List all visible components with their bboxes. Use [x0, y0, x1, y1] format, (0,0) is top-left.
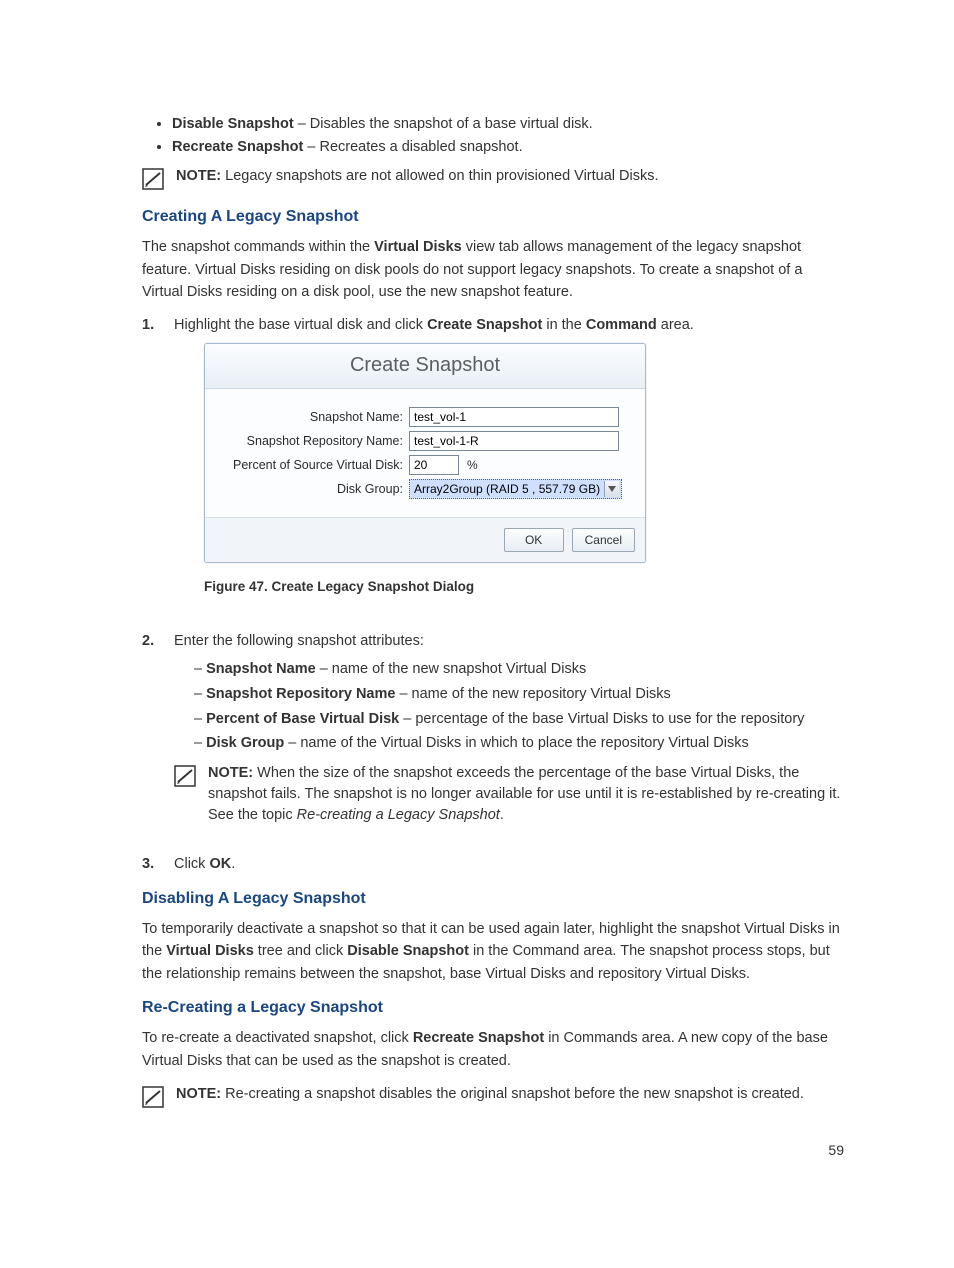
- note-text: NOTE: Re-creating a snapshot disables th…: [176, 1084, 844, 1105]
- percent-symbol: %: [467, 456, 478, 474]
- note-icon: [142, 1086, 164, 1108]
- dialog-title: Create Snapshot: [205, 344, 645, 389]
- step-number: 1.: [142, 315, 160, 337]
- list-item: Snapshot Repository Name – name of the n…: [194, 684, 844, 706]
- step-content: Enter the following snapshot attributes:…: [174, 631, 844, 844]
- page-number: 59: [828, 1142, 844, 1158]
- text: To re-create a deactivated snapshot, cli…: [142, 1030, 413, 1046]
- text-bold: Disable Snapshot: [347, 943, 469, 959]
- text: .: [231, 856, 235, 872]
- list-item: Disable Snapshot – Disables the snapshot…: [172, 114, 844, 135]
- note-content-tail: .: [500, 807, 504, 823]
- cancel-button[interactable]: Cancel: [572, 528, 635, 552]
- create-snapshot-dialog: Create Snapshot Snapshot Name: Snapshot …: [204, 343, 646, 563]
- heading-creating: Creating A Legacy Snapshot: [142, 208, 844, 226]
- term: Snapshot Repository Name: [206, 686, 395, 702]
- ok-button[interactable]: OK: [504, 528, 564, 552]
- paragraph: To temporarily deactivate a snapshot so …: [142, 918, 844, 985]
- repo-name-input[interactable]: [409, 431, 619, 451]
- row-snapshot-name: Snapshot Name:: [219, 407, 631, 427]
- note-label: NOTE:: [176, 1086, 221, 1102]
- step-content: Click OK.: [174, 854, 844, 876]
- text-bold: OK: [209, 856, 231, 872]
- snapshot-name-label: Snapshot Name:: [219, 408, 403, 427]
- text: Enter the following snapshot attributes:: [174, 633, 424, 649]
- repo-name-label: Snapshot Repository Name:: [219, 432, 403, 451]
- note-icon: [174, 765, 196, 787]
- note-text: NOTE: Legacy snapshots are not allowed o…: [176, 166, 844, 187]
- desc: – percentage of the base Virtual Disks t…: [399, 711, 804, 727]
- text-bold: Command: [586, 317, 657, 333]
- disk-group-value: Array2Group (RAID 5 , 557.79 GB): [414, 480, 600, 498]
- text-bold: Virtual Disks: [166, 943, 254, 959]
- disk-group-combo[interactable]: Array2Group (RAID 5 , 557.79 GB): [409, 479, 622, 499]
- text: The snapshot commands within the: [142, 239, 374, 255]
- text: in the: [542, 317, 586, 333]
- desc: – name of the new repository Virtual Dis…: [395, 686, 670, 702]
- note-callout: NOTE: Re-creating a snapshot disables th…: [142, 1084, 844, 1108]
- figure-caption: Figure 47. Create Legacy Snapshot Dialog: [204, 577, 844, 597]
- list-item: Snapshot Name – name of the new snapshot…: [194, 659, 844, 681]
- row-disk-group: Disk Group: Array2Group (RAID 5 , 557.79…: [219, 479, 631, 499]
- feature-bullet-list: Disable Snapshot – Disables the snapshot…: [142, 114, 844, 158]
- text: Click: [174, 856, 209, 872]
- step-number: 2.: [142, 631, 160, 653]
- step-number: 3.: [142, 854, 160, 876]
- term: Recreate Snapshot: [172, 139, 303, 155]
- percent-input[interactable]: [409, 455, 459, 475]
- note-label: NOTE:: [208, 765, 253, 781]
- list-item: Disk Group – name of the Virtual Disks i…: [194, 733, 844, 755]
- step-list: 1. Highlight the base virtual disk and c…: [142, 315, 844, 876]
- desc: – Recreates a disabled snapshot.: [303, 139, 522, 155]
- note-text: NOTE: When the size of the snapshot exce…: [208, 763, 844, 826]
- percent-label: Percent of Source Virtual Disk:: [219, 456, 403, 475]
- snapshot-name-input[interactable]: [409, 407, 619, 427]
- document-page: Disable Snapshot – Disables the snapshot…: [0, 0, 954, 1268]
- note-italic: Re-creating a Legacy Snapshot: [297, 807, 500, 823]
- term: Percent of Base Virtual Disk: [206, 711, 399, 727]
- step-1: 1. Highlight the base virtual disk and c…: [142, 315, 844, 621]
- term: Disable Snapshot: [172, 116, 294, 132]
- note-label: NOTE:: [176, 168, 221, 184]
- text-bold: Virtual Disks: [374, 239, 462, 255]
- chevron-down-icon: [604, 481, 619, 497]
- term: Disk Group: [206, 735, 284, 751]
- desc: – name of the new snapshot Virtual Disks: [316, 661, 587, 677]
- disk-group-label: Disk Group:: [219, 480, 403, 499]
- desc: – name of the Virtual Disks in which to …: [284, 735, 748, 751]
- text: area.: [657, 317, 694, 333]
- attribute-list: Snapshot Name – name of the new snapshot…: [174, 659, 844, 755]
- note-callout: NOTE: Legacy snapshots are not allowed o…: [142, 166, 844, 190]
- text-bold: Create Snapshot: [427, 317, 542, 333]
- step-3: 3. Click OK.: [142, 854, 844, 876]
- desc: – Disables the snapshot of a base virtua…: [294, 116, 593, 132]
- row-repo-name: Snapshot Repository Name:: [219, 431, 631, 451]
- list-item: Recreate Snapshot – Recreates a disabled…: [172, 137, 844, 158]
- term: Snapshot Name: [206, 661, 316, 677]
- paragraph: The snapshot commands within the Virtual…: [142, 236, 844, 303]
- list-item: Percent of Base Virtual Disk – percentag…: [194, 709, 844, 731]
- note-content: Re-creating a snapshot disables the orig…: [221, 1086, 804, 1102]
- step-content: Highlight the base virtual disk and clic…: [174, 315, 844, 621]
- text-bold: Recreate Snapshot: [413, 1030, 544, 1046]
- row-percent: Percent of Source Virtual Disk: %: [219, 455, 631, 475]
- text: Highlight the base virtual disk and clic…: [174, 317, 427, 333]
- heading-recreating: Re-Creating a Legacy Snapshot: [142, 999, 844, 1017]
- text: tree and click: [254, 943, 348, 959]
- dialog-body: Snapshot Name: Snapshot Repository Name:…: [205, 389, 645, 517]
- dialog-footer: OK Cancel: [205, 517, 645, 562]
- step-2: 2. Enter the following snapshot attribut…: [142, 631, 844, 844]
- paragraph: To re-create a deactivated snapshot, cli…: [142, 1027, 844, 1072]
- figure-block: Create Snapshot Snapshot Name: Snapshot …: [204, 343, 844, 597]
- note-callout: NOTE: When the size of the snapshot exce…: [174, 763, 844, 826]
- heading-disabling: Disabling A Legacy Snapshot: [142, 890, 844, 908]
- note-content: Legacy snapshots are not allowed on thin…: [221, 168, 658, 184]
- note-icon: [142, 168, 164, 190]
